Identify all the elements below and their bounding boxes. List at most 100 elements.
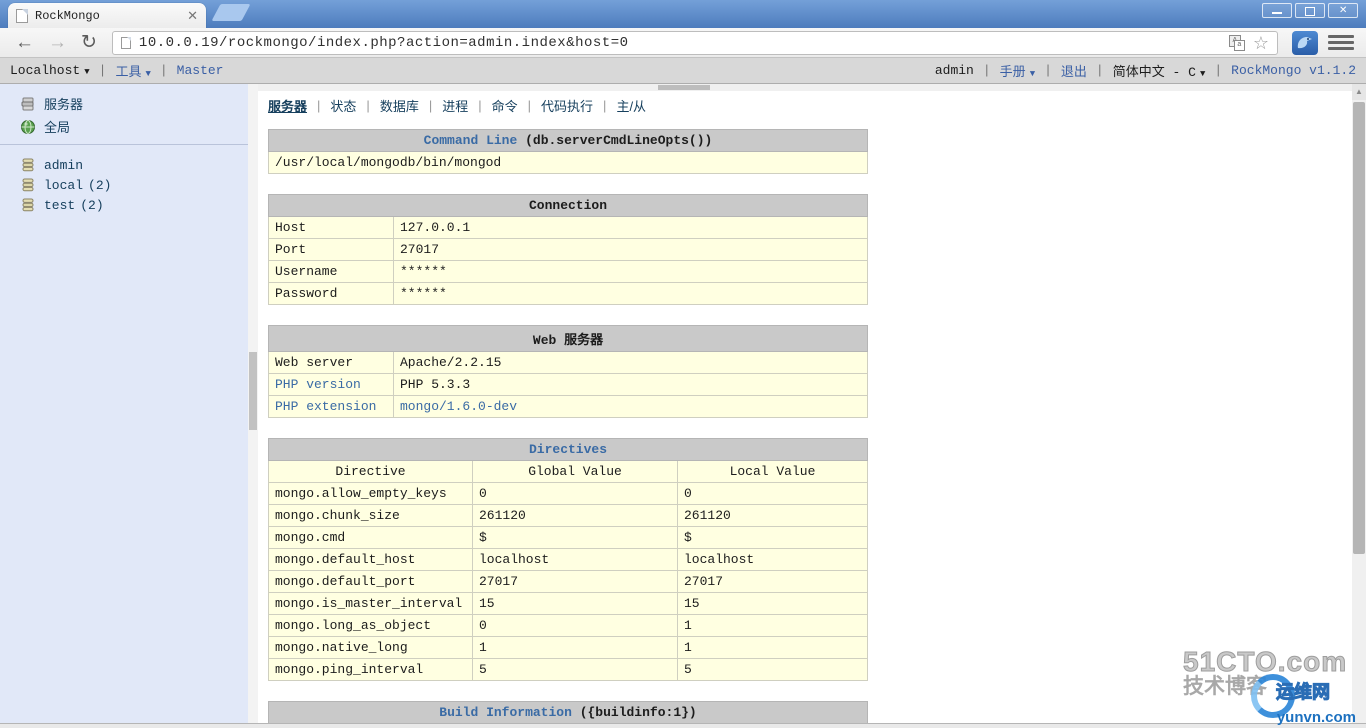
build-info-table: Build Information ({buildinfo:1}) versio… bbox=[268, 701, 868, 723]
translate-icon[interactable] bbox=[1228, 34, 1245, 51]
scrollbar-thumb[interactable] bbox=[249, 352, 257, 430]
db-name: test bbox=[44, 197, 76, 213]
tab-close-icon[interactable]: ✕ bbox=[187, 9, 198, 22]
logout-link[interactable]: 退出 bbox=[1061, 61, 1087, 80]
tab-databases[interactable]: 数据库 bbox=[380, 96, 419, 115]
sidebar-divider bbox=[0, 144, 248, 145]
table-row: mongo.long_as_object 0 1 bbox=[268, 614, 868, 637]
table-row: Host 127.0.0.1 bbox=[268, 216, 868, 239]
scrollbar-thumb[interactable] bbox=[658, 85, 710, 90]
maximize-button[interactable] bbox=[1295, 3, 1325, 18]
table-row: Web server Apache/2.2.15 bbox=[268, 351, 868, 374]
tab-command[interactable]: 命令 bbox=[492, 96, 518, 115]
globe-icon bbox=[21, 119, 35, 134]
chevron-down-icon: ▼ bbox=[1199, 69, 1206, 79]
window-bottom-edge bbox=[0, 723, 1366, 728]
table-row: mongo.chunk_size 261120 261120 bbox=[268, 504, 868, 527]
directives-link[interactable]: Directives bbox=[529, 442, 607, 457]
table-row: mongo.default_host localhost localhost bbox=[268, 548, 868, 571]
sidebar-item-label: 服务器 bbox=[44, 97, 84, 112]
command-line-link[interactable]: Command Line bbox=[424, 133, 518, 148]
tools-menu[interactable]: 工具 ▼ bbox=[115, 61, 150, 80]
current-user: admin bbox=[934, 63, 974, 78]
db-count: (2) bbox=[80, 197, 104, 213]
close-button[interactable] bbox=[1328, 3, 1358, 18]
browser-toolbar: ← → ↻ 10.0.0.19/rockmongo/index.php?acti… bbox=[0, 28, 1366, 58]
table-row: PHP version PHP 5.3.3 bbox=[268, 373, 868, 396]
command-line-table: Command Line (db.serverCmdLineOpts()) /u… bbox=[268, 129, 868, 174]
table-row: mongo.cmd $ $ bbox=[268, 526, 868, 549]
scrollbar-thumb[interactable] bbox=[1353, 102, 1365, 554]
db-name: local bbox=[44, 177, 84, 193]
table-row: mongo.default_port 27017 27017 bbox=[268, 570, 868, 593]
table-row: PHP extension mongo/1.6.0-dev bbox=[268, 395, 868, 418]
database-icon bbox=[22, 198, 34, 212]
sidebar-db-local[interactable]: local (2) bbox=[0, 175, 248, 195]
table-row: mongo.native_long 1 1 bbox=[268, 636, 868, 659]
chevron-down-icon: ▼ bbox=[1029, 69, 1036, 79]
master-link[interactable]: Master bbox=[177, 63, 224, 78]
sidebar-item-label: 全局 bbox=[44, 120, 71, 135]
sidebar-item-global[interactable]: 全局 bbox=[0, 115, 248, 138]
sidebar: 服务器 全局 admin local (2) test (2) bbox=[0, 84, 248, 723]
manual-menu[interactable]: 手册 ▼ bbox=[1000, 61, 1035, 80]
web-server-table: Web 服务器 Web server Apache/2.2.15 PHP ver… bbox=[268, 325, 868, 418]
table-row: mongo.ping_interval 5 5 bbox=[268, 658, 868, 681]
new-tab-button[interactable] bbox=[211, 4, 251, 21]
content-tabs: 服务器 | 状态 | 数据库 | 进程 | 命令 | 代码执行 | 主/从 bbox=[268, 96, 647, 115]
minimize-button[interactable] bbox=[1262, 3, 1292, 18]
db-name: admin bbox=[44, 157, 84, 173]
reload-button[interactable]: ↻ bbox=[81, 33, 97, 52]
table-title: Directives bbox=[268, 438, 868, 461]
address-bar[interactable]: 10.0.0.19/rockmongo/index.php?action=adm… bbox=[111, 30, 1278, 55]
table-row: Username ****** bbox=[268, 260, 868, 283]
menu-icon[interactable] bbox=[1328, 32, 1354, 54]
command-line-value: /usr/local/mongodb/bin/mongod bbox=[268, 151, 868, 174]
database-icon bbox=[22, 178, 34, 192]
chevron-down-icon: ▼ bbox=[84, 67, 90, 77]
table-row: Port 27017 bbox=[268, 238, 868, 261]
page-scrollbar[interactable]: ▲ bbox=[1352, 84, 1366, 728]
tab-status[interactable]: 状态 bbox=[330, 96, 356, 115]
sidebar-scrollbar[interactable] bbox=[248, 84, 258, 723]
table-header-row: Directive Global Value Local Value bbox=[268, 460, 868, 483]
mongo-extension-link[interactable]: mongo/1.6.0-dev bbox=[393, 395, 868, 418]
chevron-down-icon: ▼ bbox=[145, 69, 151, 79]
page-icon bbox=[120, 36, 131, 49]
page-icon bbox=[16, 8, 28, 23]
host-selector[interactable]: Localhost ▼ bbox=[10, 63, 90, 78]
table-title: Build Information ({buildinfo:1}) bbox=[268, 701, 868, 723]
back-button[interactable]: ← bbox=[15, 33, 34, 52]
tab-execute[interactable]: 代码执行 bbox=[541, 96, 593, 115]
sidebar-item-server[interactable]: 服务器 bbox=[0, 92, 248, 115]
php-version-link[interactable]: PHP version bbox=[268, 373, 394, 396]
table-title: Web 服务器 bbox=[268, 325, 868, 352]
app-version: RockMongo v1.1.2 bbox=[1231, 63, 1356, 78]
browser-titlebar: RockMongo ✕ bbox=[0, 0, 1366, 28]
rockmongo-topbar: Localhost ▼ | 工具 ▼ | Master admin | 手册 ▼ | … bbox=[0, 58, 1366, 84]
content-horizontal-scrollbar[interactable] bbox=[258, 84, 1352, 91]
build-information-link[interactable]: Build Information bbox=[439, 705, 572, 720]
sidebar-db-test[interactable]: test (2) bbox=[0, 195, 248, 215]
table-title: Connection bbox=[268, 194, 868, 217]
connection-table: Connection Host 127.0.0.1 Port 27017 Use… bbox=[268, 194, 868, 305]
database-icon bbox=[22, 158, 34, 172]
url-text[interactable]: 10.0.0.19/rockmongo/index.php?action=adm… bbox=[139, 35, 629, 51]
extension-bird-icon[interactable] bbox=[1292, 30, 1318, 55]
bookmark-star-icon[interactable]: ☆ bbox=[1253, 34, 1269, 52]
tab-server[interactable]: 服务器 bbox=[268, 96, 307, 115]
sidebar-db-admin[interactable]: admin bbox=[0, 155, 248, 175]
php-extension-link[interactable]: PHP extension bbox=[268, 395, 394, 418]
scroll-up-arrow-icon[interactable]: ▲ bbox=[1352, 84, 1366, 100]
tab-title: RockMongo bbox=[35, 8, 100, 23]
directives-table: Directives Directive Global Value Local … bbox=[268, 438, 868, 681]
table-row: mongo.allow_empty_keys 0 0 bbox=[268, 482, 868, 505]
tab-processes[interactable]: 进程 bbox=[442, 96, 468, 115]
tab-master-slave[interactable]: 主/从 bbox=[616, 96, 646, 115]
browser-tab[interactable]: RockMongo ✕ bbox=[8, 3, 206, 28]
table-title: Command Line (db.serverCmdLineOpts()) bbox=[268, 129, 868, 152]
db-count: (2) bbox=[88, 177, 112, 193]
language-selector[interactable]: 简体中文 - C ▼ bbox=[1113, 61, 1206, 80]
server-icon bbox=[21, 97, 34, 110]
forward-button[interactable]: → bbox=[48, 33, 67, 52]
